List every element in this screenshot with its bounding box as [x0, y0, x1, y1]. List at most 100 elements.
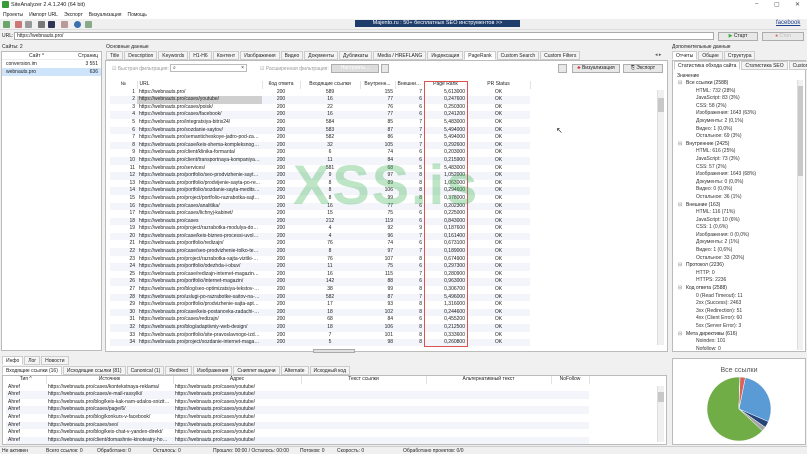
tab-h1-h6[interactable]: H1-H6 [189, 51, 212, 60]
globe-icon[interactable] [74, 21, 81, 28]
subtab-links[interactable]: Alternate [280, 366, 309, 375]
site-row-selected[interactable]: webnauts.pro 636 [2, 68, 101, 76]
tab-general[interactable]: Общие [698, 51, 723, 60]
exit-icon[interactable] [85, 21, 92, 28]
tree-group[interactable]: Код ответа (2588) [676, 285, 796, 293]
table-row[interactable]: Ahref https://webnauts.pro/client/domashn… [6, 436, 589, 445]
tree-group[interactable]: Внешние (163) [676, 202, 796, 210]
table-row[interactable]: Ahref https://webnauts.pro/cases/e-mail-r… [6, 391, 589, 399]
tab-reports[interactable]: Отчеты [672, 51, 698, 60]
column-header[interactable]: URL [137, 81, 263, 89]
sitemap-icon[interactable] [15, 21, 22, 28]
tab-media-hreflang[interactable]: Media / HREFLANG [373, 51, 427, 60]
columns-icon[interactable] [558, 64, 567, 73]
filter-icon[interactable] [381, 64, 389, 73]
column-header[interactable]: Внешние с... [395, 81, 425, 89]
maximize-button[interactable]: ▢ [774, 1, 780, 8]
column-header[interactable]: PR Status [467, 81, 531, 89]
column-header[interactable]: Внутренн... [360, 81, 396, 89]
tab-изображения[interactable]: Изображения [240, 51, 280, 60]
url-input[interactable]: https://webnauts.pro/ [14, 32, 714, 40]
subtab-links[interactable]: Исходящие ссылки (81) [62, 366, 126, 375]
tab-custom-search[interactable]: Custom Search [496, 51, 540, 60]
site-row[interactable]: conversion.im 3 551 [2, 60, 101, 68]
scroll-thumb[interactable] [658, 392, 664, 402]
minimize-button[interactable]: – [755, 1, 758, 7]
column-header[interactable]: Текст ссылки [301, 376, 427, 384]
tree-group[interactable]: Все ссылки (2588) [676, 80, 796, 88]
table-row[interactable]: Ahref https://webnauts.pro/blog/keis-chat… [6, 429, 589, 437]
subtab-seo-stats[interactable]: Статистика SEO [741, 61, 788, 70]
facebook-link[interactable]: facebook [776, 20, 800, 26]
tab-дубликаты[interactable]: Дубликаты [339, 51, 373, 60]
scroll-thumb[interactable] [658, 98, 664, 112]
configure-button[interactable]: Настроить... [331, 64, 379, 73]
tab-custom-filters[interactable]: Custom Filters [540, 51, 581, 60]
column-header[interactable]: Код ответа [262, 81, 301, 89]
tab-info[interactable]: Инфо [2, 356, 24, 365]
subtab-crawl-stats[interactable]: Статистика обхода сайта [674, 61, 741, 70]
tree-group[interactable]: Внутренние (2425) [676, 141, 796, 149]
subtab-links[interactable]: Исходный код [309, 366, 351, 375]
tab-контент[interactable]: Контент [212, 51, 240, 60]
main-scrollbar[interactable] [657, 90, 664, 345]
links-scrollbar[interactable] [657, 386, 664, 442]
column-header[interactable]: Альтернативный текст [426, 376, 552, 384]
tab-scroll-arrows[interactable]: ◂ ▸ [655, 52, 661, 58]
clear-icon[interactable]: × [241, 65, 244, 71]
tab-pagerank[interactable]: PageRank [464, 51, 496, 60]
tab-документы[interactable]: Документы [304, 51, 339, 60]
stop-button[interactable]: ● Стоп [762, 32, 804, 41]
subtab-links[interactable]: Canonical (1) [126, 366, 165, 375]
column-header[interactable]: Адрес [173, 376, 302, 384]
subtab-custom[interactable]: Custom [788, 61, 807, 70]
menu-help[interactable]: Помощь [128, 12, 147, 18]
tab-log[interactable]: Лог [24, 356, 41, 365]
quick-filter-input[interactable]: ⌕ × [170, 64, 247, 72]
subtab-links[interactable]: Redirect [165, 366, 192, 375]
subtab-links[interactable]: Сниппет выдачи [233, 366, 280, 375]
close-button[interactable]: ✕ [795, 1, 800, 8]
column-header[interactable]: Входящие ссылки [300, 81, 361, 89]
copy-icon[interactable] [25, 21, 32, 28]
start-button[interactable]: ▶ Старт [718, 32, 758, 41]
table-row[interactable]: Ahref https://webnauts.pro/cases/seo/http… [6, 421, 589, 430]
table-row[interactable]: Ahref https://webnauts.pro/blog/keis-kak-… [6, 399, 589, 407]
table-row[interactable]: Ahref https://webnauts.pro/blog/konkurs-v… [6, 414, 589, 422]
table-row[interactable]: Ahref https://webnauts.pro/cases/kontekst… [6, 384, 589, 392]
col-pages[interactable]: Страниц [71, 52, 101, 59]
ext-filter-checkbox[interactable]: ☑ Расширенная фильтрация: [260, 66, 329, 72]
menu-projects[interactable]: Проекты [3, 12, 23, 18]
tree-group[interactable]: Протокол (2236) [676, 262, 796, 270]
tab-description[interactable]: Description [124, 51, 158, 60]
tab-индексация[interactable]: Индексация [427, 51, 464, 60]
table-row[interactable]: Ahref https://webnauts.pro/cases/page/6/h… [6, 406, 589, 414]
tab-title[interactable]: Title [106, 51, 124, 60]
tools-icon[interactable] [38, 21, 45, 28]
tab-structure[interactable]: Структура [723, 51, 756, 60]
majento-banner[interactable]: Majento.ru : 50+ бесплатных SEO инструме… [355, 20, 520, 27]
binoculars-icon[interactable] [48, 21, 55, 28]
splitter-handle[interactable] [313, 349, 355, 353]
screenshot-icon[interactable] [61, 21, 68, 28]
export-button[interactable]: ⎘ Экспорт [623, 64, 663, 73]
column-header[interactable]: № [110, 81, 138, 89]
menu-export[interactable]: Экспорт [64, 12, 83, 18]
column-header[interactable]: NoFollow [551, 376, 590, 384]
subtab-links[interactable]: Изображения [192, 366, 233, 375]
tree-group[interactable]: Мета директивы (616) [676, 331, 796, 339]
tree-scrollbar[interactable] [797, 80, 803, 350]
menu-visualization[interactable]: Визуализация [89, 12, 122, 18]
tab-видео[interactable]: Видео [280, 51, 304, 60]
add-project-icon[interactable] [3, 21, 10, 28]
col-site[interactable]: Сайт ^ [2, 52, 71, 59]
tab-news[interactable]: Новости [41, 356, 69, 365]
subtab-links[interactable]: Входящие ссылки (16) [2, 366, 62, 375]
visualize-button[interactable]: ♣ Визуализация [572, 64, 620, 73]
scroll-thumb[interactable] [798, 86, 803, 176]
quick-filter-checkbox[interactable]: ☑ Быстрая фильтрация: [112, 66, 169, 72]
column-header[interactable]: Источник [46, 376, 174, 384]
menu-import-url[interactable]: Импорт URL [29, 12, 58, 18]
tab-keywords[interactable]: Keywords [158, 51, 189, 60]
column-header[interactable]: Тип ^ [6, 376, 47, 384]
